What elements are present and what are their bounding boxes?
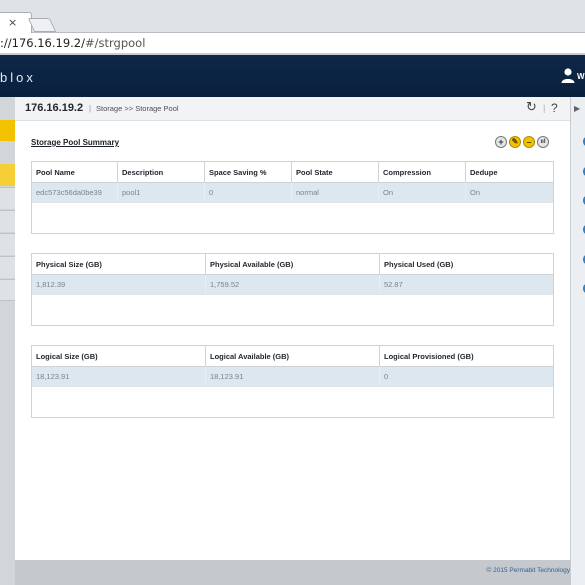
- stats-icon[interactable]: ııl: [537, 136, 549, 148]
- help-icon[interactable]: ?: [551, 101, 558, 115]
- url-host: ://176.16.19.2/: [0, 36, 85, 50]
- table-cell: 1,759.52: [206, 275, 380, 294]
- nav-item[interactable]: [0, 256, 15, 278]
- right-rail: ▶: [570, 97, 585, 585]
- table-empty-area: [32, 202, 553, 231]
- table-cell: 18,123.91: [32, 367, 206, 386]
- table-header: Logical Size (GB) Logical Available (GB)…: [32, 346, 553, 367]
- column-header[interactable]: Physical Used (GB): [380, 254, 554, 275]
- column-header[interactable]: Logical Provisioned (GB): [380, 346, 554, 367]
- edit-pool-button[interactable]: ✎: [509, 136, 521, 148]
- rail-expand-icon[interactable]: ▶: [574, 104, 580, 113]
- column-header[interactable]: Logical Available (GB): [206, 346, 380, 367]
- app-header: blox W: [0, 55, 585, 97]
- column-header[interactable]: Dedupe: [466, 162, 554, 183]
- table-cell: 18,123.91: [206, 367, 380, 386]
- user-name[interactable]: W: [577, 72, 585, 81]
- table-cell: edc573c56da0be39: [32, 183, 118, 202]
- column-header[interactable]: Description: [118, 162, 205, 183]
- toolbar-divider: |: [543, 103, 546, 113]
- table-cell: 0: [384, 372, 389, 381]
- copyright-text: © 2015 Permabit Technology: [486, 567, 570, 574]
- table-cell: On: [379, 183, 466, 202]
- nav-item[interactable]: [0, 233, 15, 255]
- refresh-icon[interactable]: ↻: [526, 100, 537, 115]
- nav-item-active[interactable]: [0, 164, 15, 186]
- page-title: Storage Pool Summary: [31, 138, 120, 147]
- table-empty-area: [32, 386, 553, 415]
- table-row[interactable]: 18,123.91 18,123.91 0: [32, 367, 553, 386]
- column-header[interactable]: Compression: [379, 162, 466, 183]
- main-content: 176.16.19.2 | Storage >> Storage Pool ↻ …: [15, 97, 570, 585]
- column-header[interactable]: Physical Size (GB): [32, 254, 206, 275]
- url-path: #/strgpool: [85, 36, 146, 50]
- left-nav: [0, 97, 15, 585]
- nav-item[interactable]: [0, 279, 15, 301]
- browser-tab-bar: ×: [0, 0, 585, 33]
- close-tab-icon[interactable]: ×: [8, 16, 17, 29]
- column-header[interactable]: Space Saving %: [205, 162, 292, 183]
- nav-item[interactable]: [0, 187, 15, 209]
- remove-pool-button[interactable]: –: [523, 136, 535, 148]
- logical-capacity-table: Logical Size (GB) Logical Available (GB)…: [31, 345, 554, 418]
- column-header[interactable]: Pool State: [292, 162, 379, 183]
- table-cell: 52.87: [384, 280, 403, 289]
- table-empty-area: [32, 294, 553, 323]
- table-row[interactable]: 1,812.39 1,759.52 52.87: [32, 275, 553, 294]
- nav-toggle-button[interactable]: [0, 120, 15, 141]
- nav-item[interactable]: [0, 210, 15, 232]
- physical-capacity-table: Physical Size (GB) Physical Available (G…: [31, 253, 554, 326]
- column-header[interactable]: Pool Name: [32, 162, 118, 183]
- table-cell: 0: [205, 183, 292, 202]
- table-header: Physical Size (GB) Physical Available (G…: [32, 254, 553, 275]
- table-row[interactable]: edc573c56da0be39 pool1 0 normal On On: [32, 183, 553, 202]
- table-cell: normal: [292, 183, 379, 202]
- column-header[interactable]: Physical Available (GB): [206, 254, 380, 275]
- new-tab-button[interactable]: [27, 18, 57, 32]
- url-text[interactable]: ://176.16.19.2/#/strgpool: [0, 36, 145, 50]
- column-header[interactable]: Logical Size (GB): [32, 346, 206, 367]
- user-icon[interactable]: [560, 67, 576, 83]
- breadcrumb-separator: |: [89, 104, 92, 113]
- breadcrumb: 176.16.19.2 | Storage >> Storage Pool ↻ …: [15, 97, 570, 121]
- add-pool-button[interactable]: +: [495, 136, 507, 148]
- address-bar[interactable]: ://176.16.19.2/#/strgpool: [0, 33, 585, 54]
- table-cell: 1,812.39: [32, 275, 206, 294]
- table-header: Pool Name Description Space Saving % Poo…: [32, 162, 553, 183]
- table-cell: pool1: [118, 183, 205, 202]
- pool-table: Pool Name Description Space Saving % Poo…: [31, 161, 554, 234]
- breadcrumb-ip: 176.16.19.2: [25, 102, 84, 114]
- brand-logo: blox: [0, 70, 36, 85]
- browser-tab[interactable]: ×: [0, 12, 32, 33]
- table-cell: On: [470, 188, 481, 197]
- breadcrumb-path[interactable]: Storage >> Storage Pool: [96, 104, 179, 113]
